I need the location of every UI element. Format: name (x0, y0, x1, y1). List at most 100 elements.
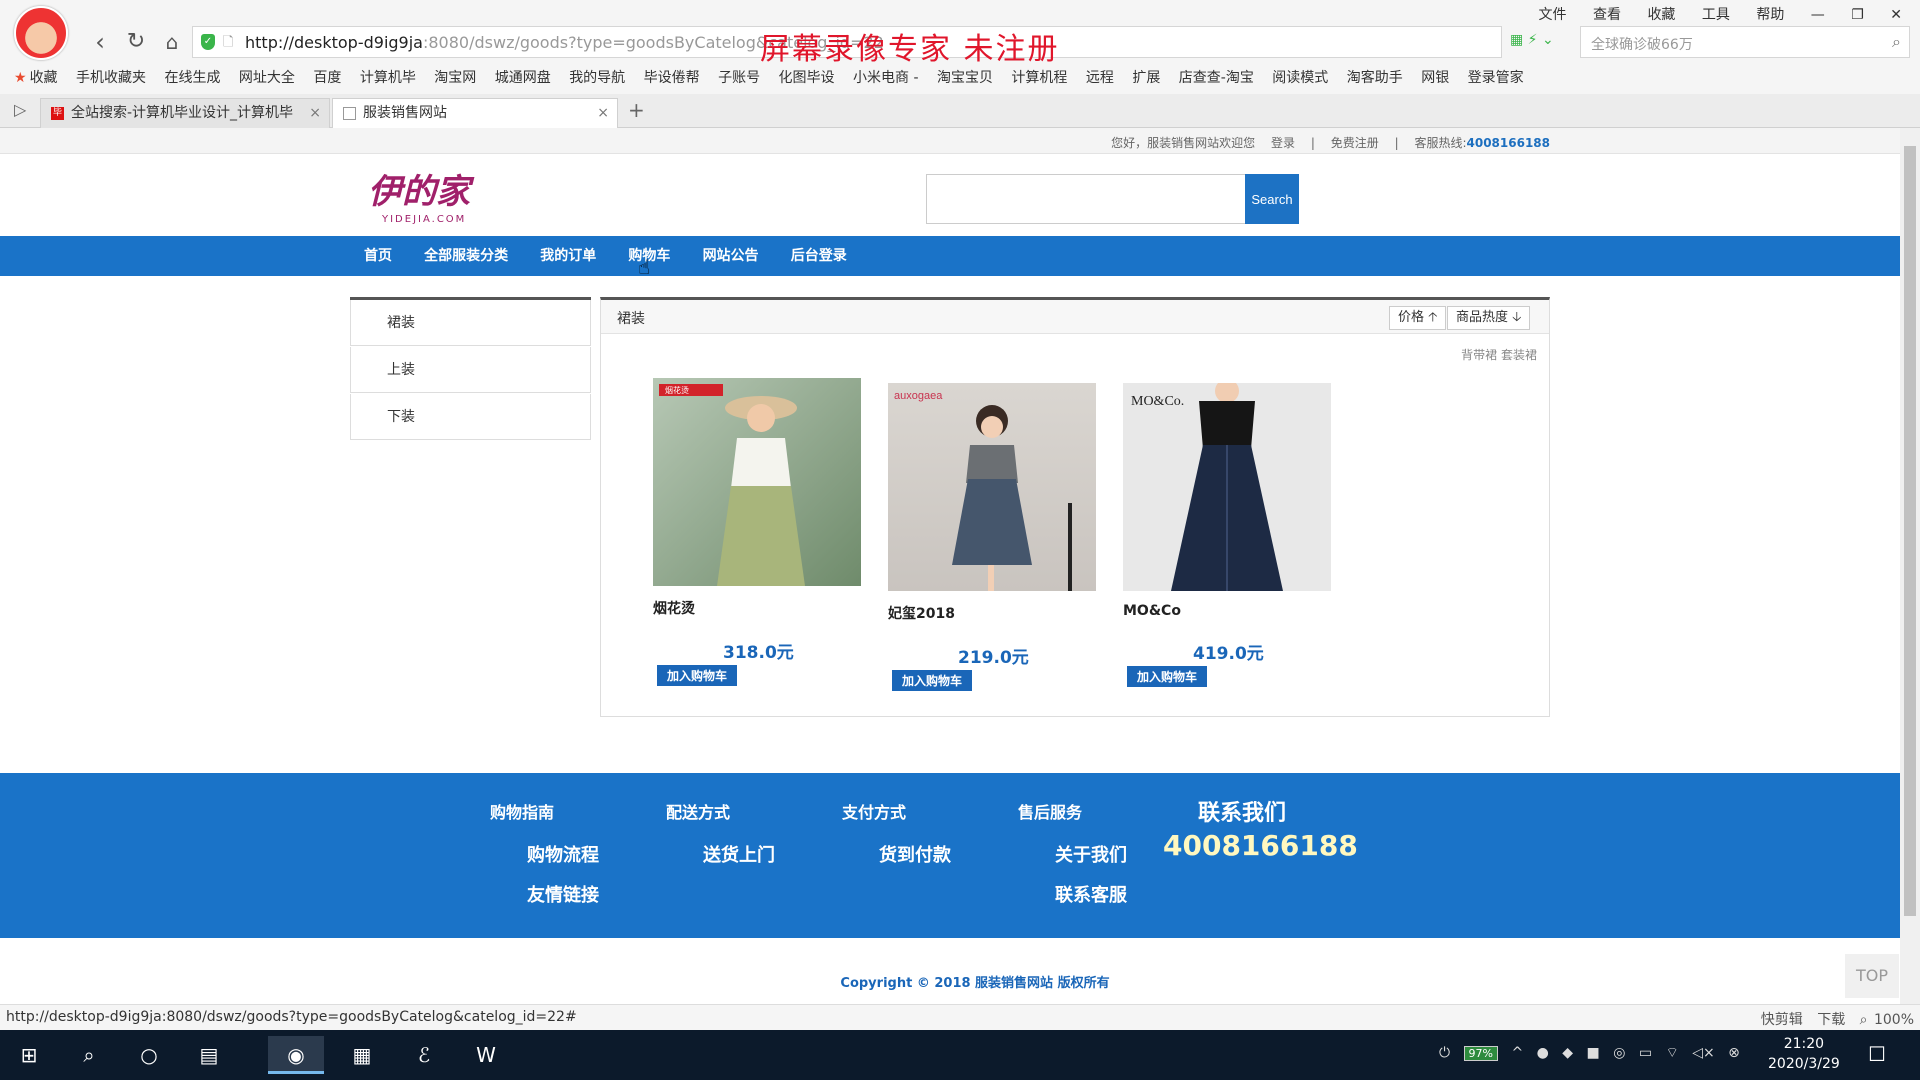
bookmark-item[interactable]: 淘宝网 (434, 64, 476, 92)
tab-close-icon[interactable]: × (597, 99, 609, 127)
windows-start-icon[interactable]: ⊞ (10, 1036, 48, 1074)
task-view-icon[interactable]: ▤ (190, 1036, 228, 1074)
sidebar-item-bottoms[interactable]: 下装 (350, 394, 591, 440)
status-zoom[interactable]: 100% (1874, 1012, 1914, 1028)
sort-popularity-button[interactable]: 商品热度 🡣 (1447, 306, 1531, 330)
bookmark-item[interactable]: 计算机程 (1011, 64, 1067, 92)
add-to-cart-button[interactable]: 加入购物车 (1127, 666, 1208, 687)
bookmark-item[interactable]: 子账号 (718, 64, 760, 92)
lightning-icon[interactable]: ▦ ⚡ ⌄ (1510, 32, 1554, 48)
bookmark-item[interactable]: 网址大全 (239, 64, 295, 92)
battery-indicator[interactable]: 97% (1463, 1046, 1498, 1061)
product-image[interactable]: 烟花烫 (653, 378, 861, 586)
sort-price-button[interactable]: 价格 🡡 (1389, 306, 1447, 330)
footer-link-about[interactable]: 关于我们 (1055, 841, 1127, 867)
product-image[interactable]: auxogaea (888, 383, 1096, 591)
eclipse-app-icon[interactable]: ℰ (396, 1036, 452, 1074)
menu-favorites[interactable]: 收藏 (1647, 7, 1675, 23)
bookmark-item[interactable]: ★ 收藏 (14, 64, 58, 92)
product-name[interactable]: MO&Co (1123, 603, 1333, 619)
tab-search[interactable]: 毕 全站搜索-计算机毕业设计_计算机毕 × (40, 98, 330, 128)
minimize-icon[interactable]: — (1811, 7, 1825, 23)
browser-app-icon[interactable]: ◉ (268, 1036, 324, 1074)
tray-app-icon[interactable]: ■ (1587, 1045, 1600, 1061)
site-search-input[interactable] (926, 174, 1246, 224)
bookmark-item[interactable]: 淘客助手 (1347, 64, 1403, 92)
nav-all-categories[interactable]: 全部服装分类 (424, 236, 508, 276)
bookmark-item[interactable]: 扩展 (1132, 64, 1160, 92)
search-button[interactable]: Search (1245, 174, 1299, 224)
sidebar-toggle-icon[interactable]: ▷ (14, 100, 26, 119)
cortana-icon[interactable]: ○ (130, 1036, 168, 1074)
tab-clothing-store[interactable]: 服装销售网站 × (332, 98, 618, 128)
menu-help[interactable]: 帮助 (1756, 7, 1784, 23)
new-tab-icon[interactable]: + (628, 98, 645, 122)
menu-file[interactable]: 文件 (1539, 7, 1567, 23)
winrar-app-icon[interactable]: ▦ (334, 1036, 390, 1074)
bookmark-item[interactable]: 我的导航 (569, 64, 625, 92)
add-to-cart-button[interactable]: 加入购物车 (892, 670, 973, 691)
site-logo[interactable]: 伊的家 YIDEJIA.COM (368, 162, 478, 232)
bookmark-item[interactable]: 毕设倦帮 (644, 64, 700, 92)
bookmark-item[interactable]: 城通网盘 (495, 64, 551, 92)
bookmark-item[interactable]: 小米电商 - (853, 64, 919, 92)
power-icon[interactable]: ⏻ (1439, 1045, 1450, 1061)
tray-app-icon[interactable]: ● (1537, 1045, 1549, 1061)
bookmark-item[interactable]: 店查查-淘宝 (1179, 64, 1254, 92)
footer-link-shopping-flow[interactable]: 购物流程 (527, 841, 599, 867)
product-name[interactable]: 烟花烫 (653, 598, 863, 618)
menu-view[interactable]: 查看 (1593, 7, 1621, 23)
status-clip[interactable]: 快剪辑 (1761, 1012, 1803, 1028)
search-icon[interactable]: ⌕ (1892, 32, 1901, 52)
refresh-icon[interactable]: ↻ (122, 28, 150, 56)
back-to-top-button[interactable]: TOP (1845, 954, 1899, 998)
scrollbar-thumb[interactable] (1904, 146, 1916, 916)
wifi-icon[interactable]: ⌔ (1666, 1045, 1679, 1061)
home-icon[interactable]: ⌂ (158, 28, 186, 56)
notification-icon[interactable]: ☐ (1868, 1042, 1886, 1066)
bookmark-item[interactable]: 阅读模式 (1272, 64, 1328, 92)
volume-icon[interactable]: ◁× (1692, 1045, 1715, 1061)
footer-link-friends[interactable]: 友情链接 (527, 881, 599, 907)
chevron-up-icon[interactable]: ^ (1511, 1045, 1523, 1061)
bookmark-item[interactable]: 登录管家 (1468, 64, 1524, 92)
browser-search-box[interactable]: 全球确诊破66万 ⌕ (1580, 26, 1910, 58)
sidebar-item-dresses[interactable]: 裙装 (350, 300, 591, 346)
user-avatar[interactable] (14, 6, 68, 60)
status-download[interactable]: 下载 (1817, 1012, 1845, 1028)
sidebar-item-tops[interactable]: 上装 (350, 347, 591, 393)
page-scrollbar[interactable] (1900, 128, 1920, 1010)
bookmark-item[interactable]: 淘宝宝贝 (937, 64, 993, 92)
bookmark-item[interactable]: 在线生成 (164, 64, 220, 92)
bookmark-item[interactable]: 化图毕设 (779, 64, 835, 92)
bookmark-item[interactable]: 百度 (313, 64, 341, 92)
menu-tools[interactable]: 工具 (1702, 7, 1730, 23)
zoom-icon[interactable]: ⌕ (1860, 1012, 1868, 1028)
product-name[interactable]: 妃玺2018 (888, 603, 1098, 623)
close-circle-icon[interactable]: ⊗ (1728, 1045, 1740, 1061)
nav-home[interactable]: 首页 (364, 236, 392, 276)
tray-app-icon[interactable]: ◆ (1562, 1045, 1573, 1061)
login-link[interactable]: 登录 (1271, 136, 1295, 150)
clock[interactable]: 21:20 2020/3/29 (1768, 1034, 1840, 1074)
nav-admin-login[interactable]: 后台登录 (791, 236, 847, 276)
wechat-icon[interactable]: ◎ (1613, 1045, 1625, 1061)
back-icon[interactable]: ‹ (86, 28, 114, 56)
nav-my-orders[interactable]: 我的订单 (540, 236, 596, 276)
keyboard-icon[interactable]: ▭ (1639, 1045, 1652, 1061)
bookmark-item[interactable]: 网银 (1421, 64, 1449, 92)
nav-announcements[interactable]: 网站公告 (703, 236, 759, 276)
footer-link-cod[interactable]: 货到付款 (879, 841, 951, 867)
subcategory-tags[interactable]: 背带裙 套装裙 (1461, 346, 1537, 363)
product-image[interactable]: MO&Co. (1123, 383, 1331, 591)
wps-app-icon[interactable]: W (458, 1036, 514, 1074)
bookmark-item[interactable]: 远程 (1086, 64, 1114, 92)
bookmark-item[interactable]: 手机收藏夹 (76, 64, 146, 92)
tab-close-icon[interactable]: × (309, 99, 321, 127)
footer-link-home-delivery[interactable]: 送货上门 (703, 841, 775, 867)
register-link[interactable]: 免费注册 (1331, 136, 1379, 150)
search-icon[interactable]: ⌕ (70, 1036, 108, 1074)
bookmark-item[interactable]: 计算机毕 (360, 64, 416, 92)
add-to-cart-button[interactable]: 加入购物车 (657, 665, 738, 686)
close-icon[interactable]: ✕ (1890, 7, 1902, 23)
